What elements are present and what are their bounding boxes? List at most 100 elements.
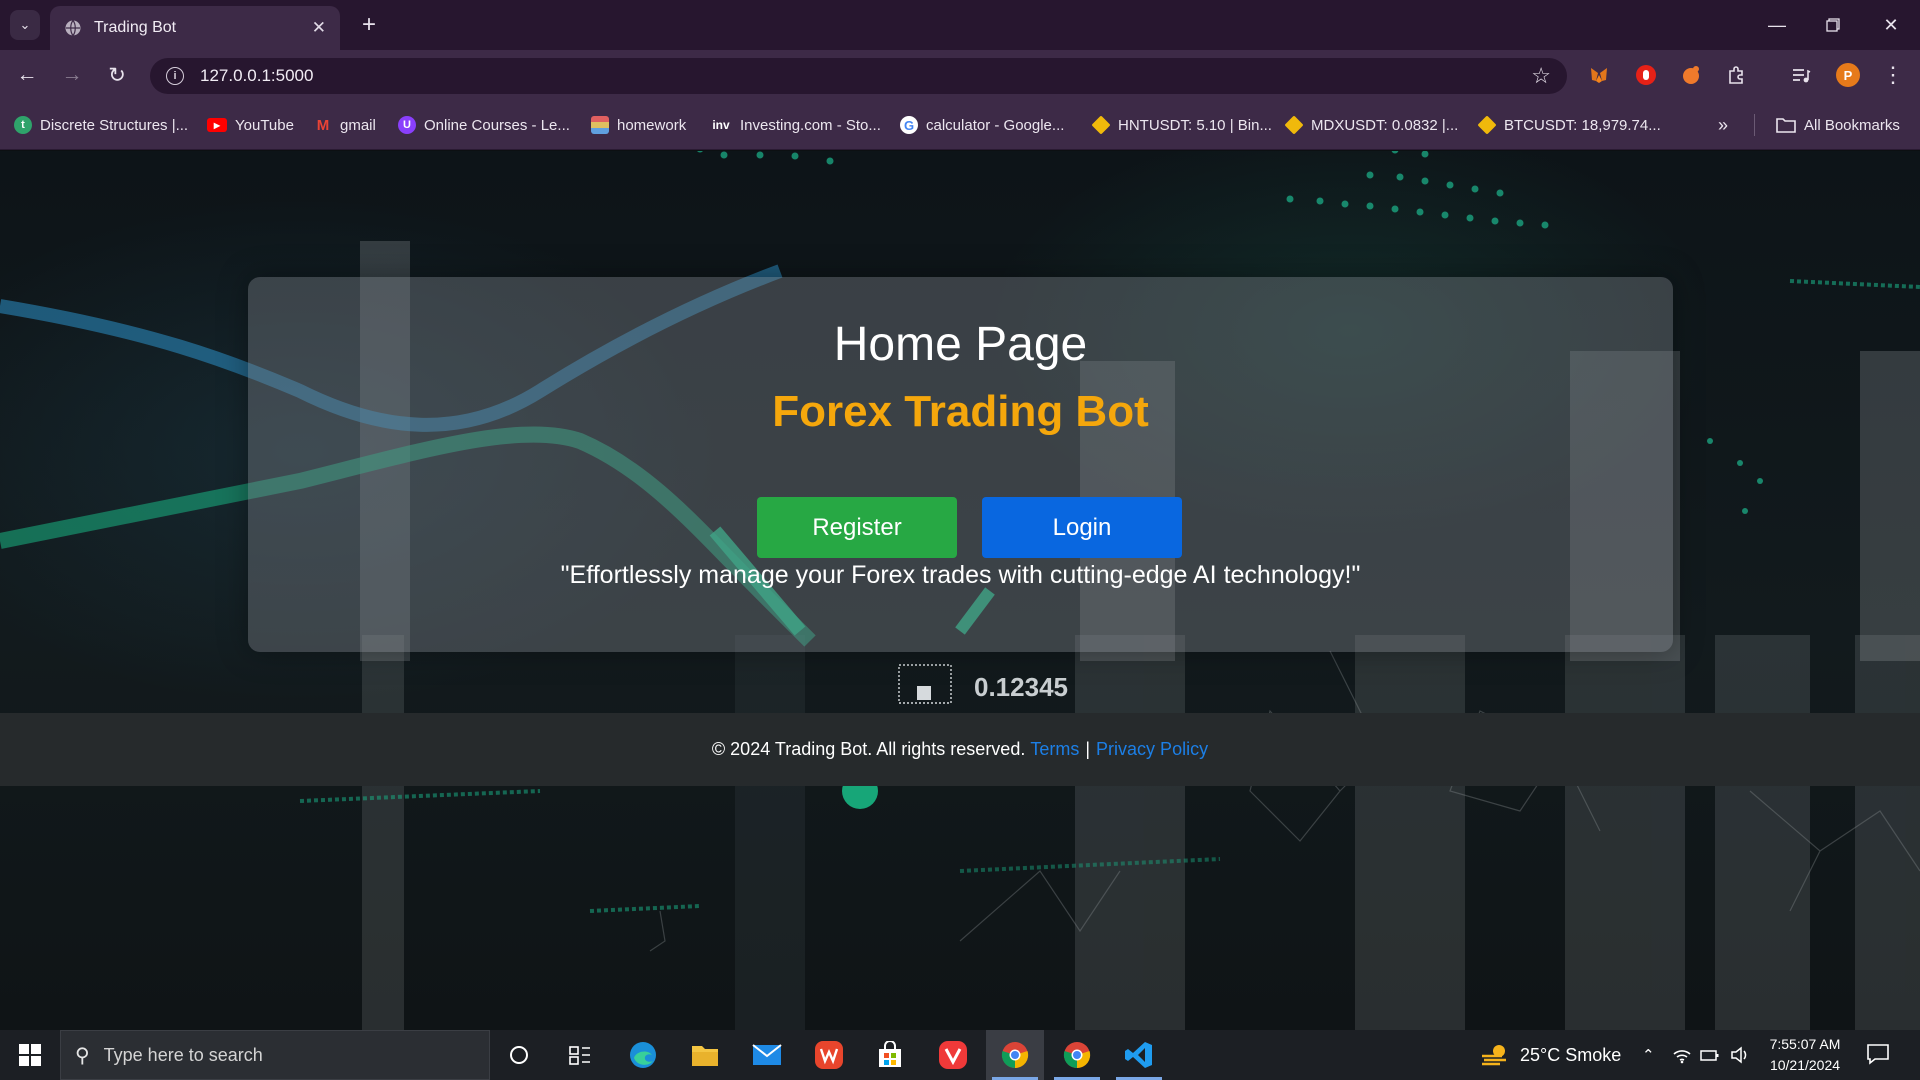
taskbar-search-placeholder: Type here to search [103, 1044, 263, 1065]
login-button[interactable]: Login [982, 497, 1182, 558]
globe-icon [65, 20, 81, 36]
hero-card: Home Page Forex Trading Bot Register Log… [248, 277, 1673, 652]
tab-title: Trading Bot [94, 19, 177, 36]
chrome-icon[interactable] [1048, 1030, 1106, 1080]
battery-icon[interactable] [1700, 1030, 1720, 1080]
bookmark-discrete-structures[interactable]: t Discrete Structures |... [14, 114, 188, 136]
taskbar-clock[interactable]: 7:55:07 AM 10/21/2024 [1760, 1034, 1850, 1076]
background-price-readout: 0.12345 [974, 672, 1068, 702]
tab-search-chevron-icon[interactable]: ⌄ [10, 10, 40, 40]
edge-browser-icon[interactable] [614, 1030, 672, 1080]
bookmark-star-icon[interactable]: ☆ [1531, 63, 1551, 89]
binance-icon [1091, 115, 1111, 135]
privacy-policy-link[interactable]: Privacy Policy [1096, 739, 1208, 760]
clock-time: 7:55:07 AM [1769, 1036, 1841, 1052]
page-title: Home Page [833, 318, 1088, 371]
bookmark-hntusdt[interactable]: HNTUSDT: 5.10 | Bin... [1091, 114, 1272, 136]
bookmark-label: Investing.com - Sto... [740, 116, 881, 134]
all-bookmarks-label: All Bookmarks [1804, 116, 1900, 134]
bookmark-btcusdt[interactable]: BTCUSDT: 18,979.74... [1477, 114, 1661, 136]
metamask-fox-icon[interactable] [1586, 62, 1612, 88]
investing-icon: inv [712, 118, 730, 132]
windows-taskbar: ⚲ Type here to search 25°C Smoke ⌃ 7:55:… [0, 1030, 1920, 1080]
browser-toolbar: ← → ↻ i 127.0.0.1:5000 ☆ P ⋮ [0, 50, 1920, 100]
discrete-structures-favicon: t [14, 116, 32, 134]
weather-smoke-icon [1482, 1045, 1506, 1066]
task-view-icon[interactable] [551, 1030, 609, 1080]
bookmark-mdxusdt[interactable]: MDXUSDT: 0.0832 |... [1284, 114, 1459, 136]
browser-tab-strip: ⌄ Trading Bot ✕ + — ✕ [0, 0, 1920, 50]
minimize-icon[interactable]: — [1752, 10, 1802, 40]
page-subtitle: Forex Trading Bot [772, 387, 1149, 436]
bookmarks-overflow-chevron-icon[interactable]: » [1718, 114, 1728, 136]
microsoft-store-icon[interactable] [861, 1030, 919, 1080]
page-viewport: 0.12345 Home Page Forex Trading Bot Regi… [0, 151, 1920, 1030]
address-url[interactable]: 127.0.0.1:5000 [200, 66, 1531, 86]
bookmark-label: Online Courses - Le... [424, 116, 570, 134]
binance-icon [1477, 115, 1497, 135]
chrome-profile-active-icon[interactable] [986, 1030, 1044, 1080]
restore-icon[interactable] [1808, 10, 1858, 40]
youtube-icon: ▶ [207, 118, 227, 132]
tab-close-icon[interactable]: ✕ [312, 18, 326, 38]
hero-tagline: "Effortlessly manage your Forex trades w… [560, 561, 1361, 589]
bookmark-label: YouTube [235, 116, 294, 134]
network-wifi-icon[interactable] [1672, 1030, 1692, 1080]
wps-office-icon[interactable] [800, 1030, 858, 1080]
vscode-icon[interactable] [1110, 1030, 1168, 1080]
show-hidden-icons-chevron-icon[interactable]: ⌃ [1642, 1030, 1655, 1080]
weather-widget[interactable]: 25°C Smoke [1480, 1030, 1621, 1080]
folder-icon [1776, 118, 1796, 133]
register-button[interactable]: Register [757, 497, 957, 558]
taskbar-search-box[interactable]: ⚲ Type here to search [60, 1030, 490, 1080]
clock-date: 10/21/2024 [1769, 1057, 1841, 1073]
bookmark-label: calculator - Google... [926, 116, 1065, 134]
bookmark-investing[interactable]: inv Investing.com - Sto... [710, 114, 881, 136]
google-icon: G [900, 116, 918, 134]
bookmark-label: BTCUSDT: 18,979.74... [1504, 116, 1661, 134]
reload-icon[interactable]: ↻ [102, 60, 132, 90]
volume-speaker-icon[interactable] [1730, 1030, 1750, 1080]
bookmarks-divider [1754, 114, 1755, 136]
notification-center-icon[interactable] [1866, 1042, 1892, 1068]
bookmark-calculator[interactable]: G calculator - Google... [900, 114, 1064, 136]
bookmark-gmail[interactable]: M gmail [314, 114, 376, 136]
weather-text: 25°C Smoke [1520, 1044, 1622, 1065]
search-icon: ⚲ [75, 1044, 90, 1067]
profile-avatar[interactable]: P [1836, 63, 1860, 87]
cortana-circle-icon[interactable] [490, 1030, 548, 1080]
extensions-puzzle-icon[interactable] [1724, 62, 1750, 88]
gmail-icon: M [316, 116, 330, 134]
browser-tab-active[interactable]: Trading Bot ✕ [50, 6, 340, 50]
vivaldi-icon[interactable] [924, 1030, 982, 1080]
footer-separator: | [1085, 739, 1091, 759]
all-bookmarks[interactable]: All Bookmarks [1776, 114, 1900, 136]
address-bar[interactable]: i 127.0.0.1:5000 ☆ [150, 58, 1567, 94]
udemy-icon: U [398, 116, 416, 134]
close-window-icon[interactable]: ✕ [1866, 10, 1916, 40]
bookmark-youtube[interactable]: ▶ YouTube [207, 114, 294, 136]
terms-link[interactable]: Terms [1030, 739, 1079, 760]
file-explorer-folder-icon[interactable] [676, 1030, 734, 1080]
bookmark-label: Discrete Structures |... [40, 116, 189, 134]
books-icon [591, 116, 609, 134]
new-tab-plus-icon[interactable]: + [354, 10, 384, 40]
binance-icon [1284, 115, 1304, 135]
bookmark-label: HNTUSDT: 5.10 | Bin... [1118, 116, 1272, 134]
hand-extension-icon[interactable] [1633, 62, 1659, 88]
browser-menu-kebab-icon[interactable]: ⋮ [1880, 62, 1906, 88]
media-queue-icon[interactable] [1788, 62, 1814, 88]
bookmark-online-courses[interactable]: U Online Courses - Le... [398, 114, 570, 136]
mail-envelope-icon[interactable] [738, 1030, 796, 1080]
bookmark-homework[interactable]: homework [591, 114, 686, 136]
bookmark-label: homework [617, 116, 687, 134]
bookmarks-bar: t Discrete Structures |... ▶ YouTube M g… [0, 100, 1920, 150]
back-arrow-icon[interactable]: ← [12, 60, 42, 90]
windows-start-icon[interactable] [0, 1030, 60, 1080]
bookmark-label: gmail [340, 116, 376, 134]
site-info-icon[interactable]: i [166, 67, 184, 85]
bookmark-label: MDXUSDT: 0.0832 |... [1311, 116, 1459, 134]
extension-orange-icon[interactable] [1678, 62, 1704, 88]
page-footer: © 2024 Trading Bot. All rights reserved.… [0, 713, 1920, 786]
forward-arrow-icon[interactable]: → [57, 60, 87, 90]
